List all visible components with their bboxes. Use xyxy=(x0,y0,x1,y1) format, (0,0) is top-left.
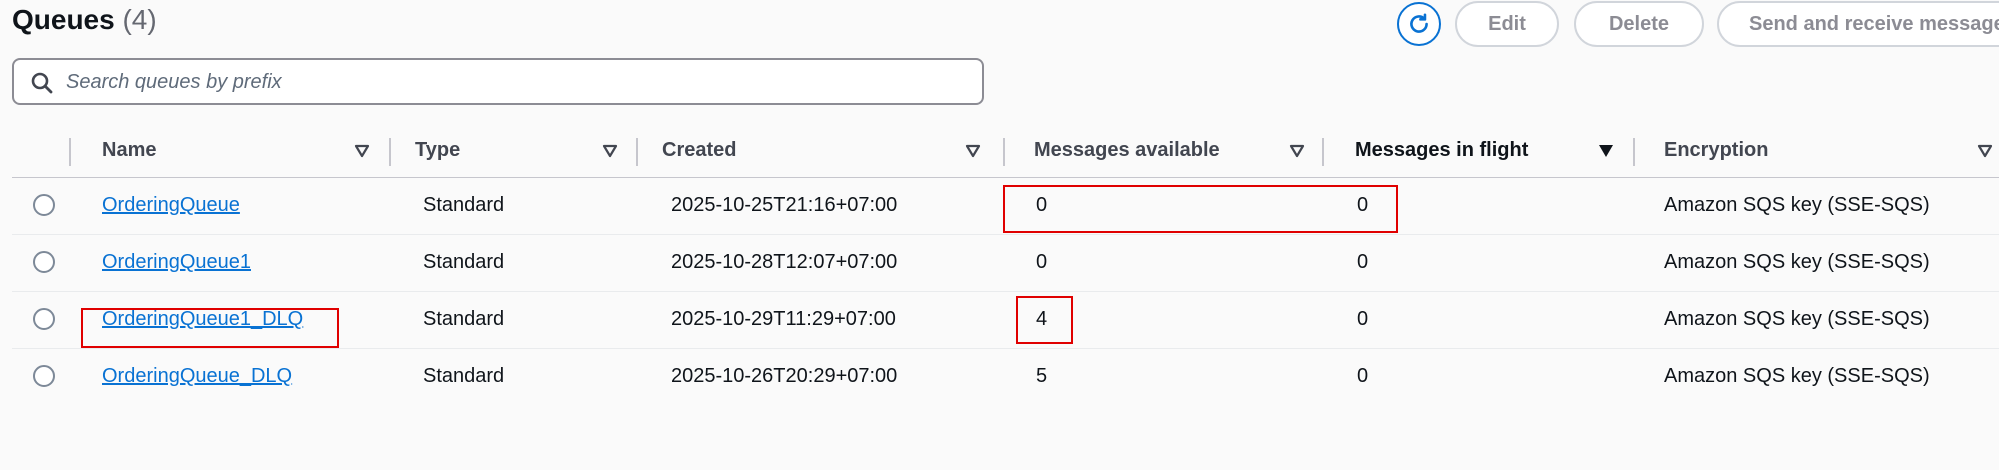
row-radio[interactable] xyxy=(33,308,55,330)
sort-icon[interactable] xyxy=(965,144,981,158)
encryption: Amazon SQS key (SSE-SQS) xyxy=(1664,251,1930,273)
queue-name-link[interactable]: OrderingQueue_DLQ xyxy=(102,365,292,388)
queue-created: 2025-10-29T11:29+07:00 xyxy=(671,308,896,330)
messages-available: 0 xyxy=(1036,251,1048,273)
row-radio[interactable] xyxy=(33,365,55,387)
queue-created: 2025-10-26T20:29+07:00 xyxy=(671,365,898,387)
messages-available: 5 xyxy=(1036,365,1048,387)
sort-icon[interactable] xyxy=(1977,144,1993,158)
queues-table: Name Type Created Messages available Mes… xyxy=(12,130,1999,406)
sort-icon[interactable] xyxy=(1598,144,1614,158)
search-box xyxy=(12,58,984,105)
annotation-box-messages-row1 xyxy=(1003,185,1398,233)
column-divider[interactable] xyxy=(69,138,71,166)
column-header-name[interactable]: Name xyxy=(102,139,156,162)
queue-name-link[interactable]: OrderingQueue xyxy=(102,194,240,217)
encryption: Amazon SQS key (SSE-SQS) xyxy=(1664,365,1930,387)
column-divider[interactable] xyxy=(1003,138,1005,166)
refresh-icon xyxy=(1410,13,1428,33)
column-divider[interactable] xyxy=(1322,138,1324,166)
column-header-messages-in-flight[interactable]: Messages in flight xyxy=(1355,139,1528,162)
page-title-text: Queues xyxy=(12,4,115,35)
encryption: Amazon SQS key (SSE-SQS) xyxy=(1664,308,1930,330)
queue-type: Standard xyxy=(423,365,505,387)
encryption: Amazon SQS key (SSE-SQS) xyxy=(1664,194,1930,216)
delete-button[interactable]: Delete xyxy=(1574,1,1704,47)
table-header: Name Type Created Messages available Mes… xyxy=(12,130,1999,178)
messages-in-flight: 0 xyxy=(1357,251,1369,273)
table-row[interactable]: OrderingQueue_DLQ Standard 2025-10-26T20… xyxy=(12,349,1999,406)
row-radio[interactable] xyxy=(33,194,55,216)
queue-name-link[interactable]: OrderingQueue1 xyxy=(102,251,251,274)
refresh-button[interactable] xyxy=(1397,2,1441,46)
sort-icon[interactable] xyxy=(602,144,618,158)
send-receive-button[interactable]: Send and receive messages xyxy=(1717,1,1999,47)
queue-type: Standard xyxy=(423,251,505,273)
sort-icon[interactable] xyxy=(1289,144,1305,158)
column-header-encryption[interactable]: Encryption xyxy=(1664,139,1768,162)
row-radio[interactable] xyxy=(33,251,55,273)
queue-type: Standard xyxy=(423,194,505,216)
search-icon xyxy=(31,72,53,94)
column-divider[interactable] xyxy=(636,138,638,166)
column-divider[interactable] xyxy=(1633,138,1635,166)
queue-count: (4) xyxy=(122,4,157,35)
search-input[interactable] xyxy=(66,68,966,96)
messages-in-flight: 0 xyxy=(1357,365,1369,387)
edit-button[interactable]: Edit xyxy=(1455,1,1559,47)
sort-icon[interactable] xyxy=(354,144,370,158)
messages-in-flight: 0 xyxy=(1357,308,1369,330)
page-title: Queues (4) xyxy=(12,4,157,36)
queue-created: 2025-10-25T21:16+07:00 xyxy=(671,194,898,216)
queue-type: Standard xyxy=(423,308,505,330)
column-divider[interactable] xyxy=(389,138,391,166)
table-row[interactable]: OrderingQueue1 Standard 2025-10-28T12:07… xyxy=(12,235,1999,292)
column-header-created[interactable]: Created xyxy=(662,139,736,162)
annotation-box-dlq-name xyxy=(81,308,339,348)
queues-page: Queues (4) Edit Delete Send and receive … xyxy=(0,0,1999,470)
column-header-type[interactable]: Type xyxy=(415,139,460,162)
column-header-messages-available[interactable]: Messages available xyxy=(1034,139,1220,162)
annotation-box-dlq-available xyxy=(1016,296,1073,344)
queue-created: 2025-10-28T12:07+07:00 xyxy=(671,251,898,273)
